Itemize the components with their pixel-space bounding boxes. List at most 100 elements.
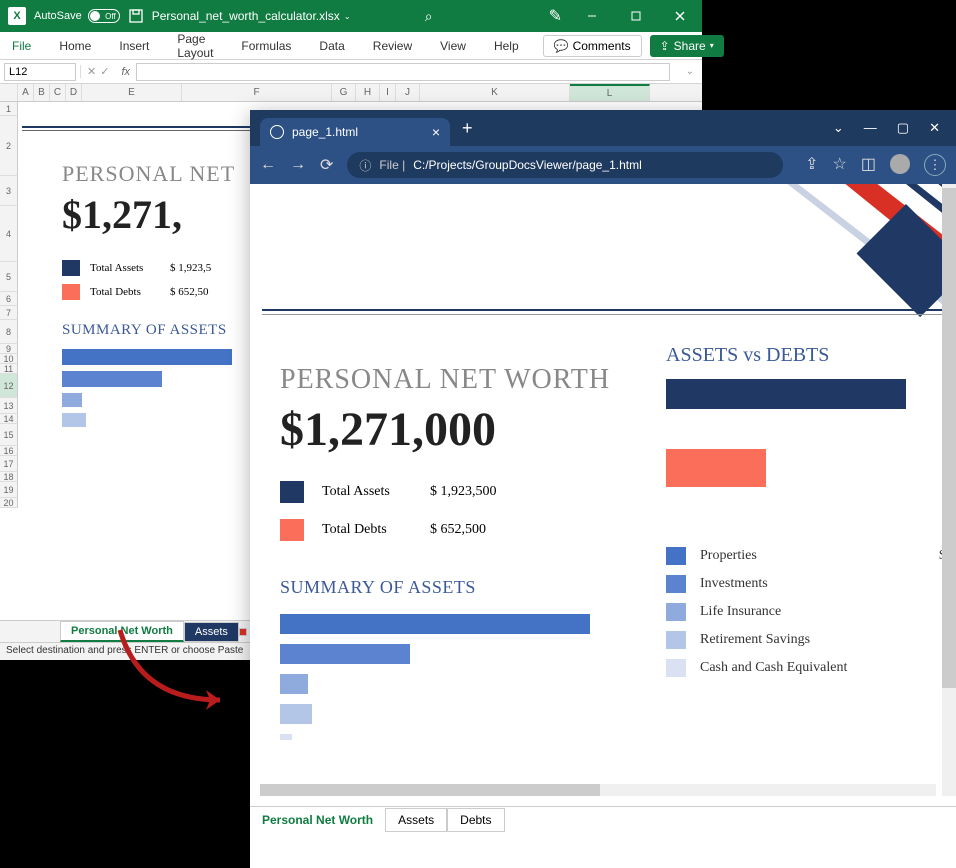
- row-header[interactable]: 6: [0, 292, 18, 306]
- check-icon[interactable]: ✓: [100, 65, 109, 78]
- pencil-icon[interactable]: ✎: [549, 6, 562, 26]
- sheet-tab-debts[interactable]: [239, 628, 247, 636]
- fx-icon[interactable]: fx: [115, 66, 136, 78]
- column-header[interactable]: I: [380, 84, 396, 101]
- close-tab-icon[interactable]: ×: [432, 124, 440, 140]
- minimize-button[interactable]: [578, 2, 606, 30]
- column-header-selected[interactable]: L: [570, 84, 650, 101]
- column-header[interactable]: K: [420, 84, 570, 101]
- row-header[interactable]: 20: [0, 498, 18, 508]
- total-debts-value: $ 652,500: [430, 522, 486, 538]
- column-header[interactable]: A: [18, 84, 34, 101]
- browser-viewport: PERSONAL NET WORTH $1,271,000 Total Asse…: [250, 184, 956, 832]
- column-header[interactable]: C: [50, 84, 66, 101]
- close-button[interactable]: [666, 2, 694, 30]
- browser-tab[interactable]: page_1.html ×: [260, 118, 450, 146]
- row-header[interactable]: 18: [0, 472, 18, 482]
- ribbon-tab-formulas[interactable]: Formulas: [237, 35, 295, 57]
- total-debts-value: $ 652,50: [170, 286, 209, 298]
- summary-assets-title: SUMMARY OF ASSETS: [280, 577, 660, 598]
- legend-swatch-debts: [280, 519, 304, 541]
- row-header[interactable]: 14: [0, 414, 18, 424]
- row-header[interactable]: 17: [0, 456, 18, 472]
- select-all-corner[interactable]: [0, 84, 18, 101]
- ribbon-tab-view[interactable]: View: [436, 35, 470, 57]
- column-header[interactable]: E: [82, 84, 182, 101]
- cell-reference-input[interactable]: [4, 63, 76, 81]
- asset-bar: [62, 413, 86, 427]
- document-title[interactable]: Personal_net_worth_calculator.xlsx ⌄: [152, 9, 351, 23]
- row-header[interactable]: 4: [0, 206, 18, 262]
- close-button[interactable]: ✕: [929, 120, 940, 136]
- row-header[interactable]: 16: [0, 446, 18, 456]
- maximize-button[interactable]: [622, 2, 650, 30]
- reading-list-icon[interactable]: ◫: [861, 154, 876, 176]
- column-header[interactable]: B: [34, 84, 50, 101]
- row-header[interactable]: 15: [0, 424, 18, 446]
- bookmark-icon[interactable]: ☆: [833, 154, 847, 176]
- asset-legend: Properties$ Investments Life Insurance R…: [666, 547, 946, 677]
- horizontal-scrollbar[interactable]: [260, 784, 936, 796]
- ribbon-tab-file[interactable]: File: [8, 35, 35, 57]
- autosave-toggle[interactable]: Off: [88, 9, 120, 23]
- ribbon-tab-pagelayout[interactable]: Page Layout: [173, 28, 217, 64]
- row-header[interactable]: 2: [0, 116, 18, 176]
- ribbon-tab-data[interactable]: Data: [315, 35, 348, 57]
- asset-bar: [62, 371, 162, 387]
- row-header[interactable]: 8: [0, 320, 18, 344]
- sheet-tab-assets[interactable]: Assets: [184, 622, 239, 642]
- total-assets-value: $ 1,923,5: [170, 262, 211, 274]
- row-header[interactable]: 19: [0, 482, 18, 498]
- column-header[interactable]: G: [332, 84, 356, 101]
- ribbon-tab-help[interactable]: Help: [490, 35, 523, 57]
- reload-button[interactable]: ⟳: [320, 155, 333, 175]
- html-tab-networth[interactable]: Personal Net Worth: [250, 809, 385, 831]
- row-header[interactable]: 9: [0, 344, 18, 354]
- url-text: C:/Projects/GroupDocsViewer/page_1.html: [413, 158, 642, 172]
- new-tab-button[interactable]: +: [462, 118, 473, 139]
- expand-icon[interactable]: ⌄: [678, 66, 702, 77]
- row-headers: 1 2 3 4 5 6 7 8 9 10 11 12 13 14 15 16 1…: [0, 102, 18, 508]
- row-header-selected[interactable]: 12: [0, 374, 18, 398]
- forward-button[interactable]: →: [290, 156, 306, 174]
- column-header[interactable]: F: [182, 84, 332, 101]
- url-field[interactable]: ⓘ File | C:/Projects/GroupDocsViewer/pag…: [347, 152, 783, 178]
- ribbon-tab-home[interactable]: Home: [55, 35, 95, 57]
- ribbon-tab-insert[interactable]: Insert: [115, 35, 153, 57]
- row-header[interactable]: 7: [0, 306, 18, 320]
- legend-swatch: [666, 603, 686, 621]
- row-header[interactable]: 10: [0, 354, 18, 364]
- search-icon[interactable]: ⌕: [425, 8, 433, 25]
- maximize-button[interactable]: ▢: [897, 120, 909, 136]
- minimize-button[interactable]: ―: [864, 120, 877, 136]
- html-tab-assets[interactable]: Assets: [385, 808, 447, 832]
- legend-label: Investments: [700, 576, 768, 592]
- save-icon[interactable]: [128, 8, 144, 24]
- browser-tabbar: page_1.html × + ⌄ ― ▢ ✕: [250, 110, 956, 146]
- row-header[interactable]: 3: [0, 176, 18, 206]
- row-header[interactable]: 13: [0, 398, 18, 414]
- browser-window: page_1.html × + ⌄ ― ▢ ✕ ← → ⟳ ⓘ File | C…: [250, 110, 956, 868]
- back-button[interactable]: ←: [260, 156, 276, 174]
- column-header[interactable]: J: [396, 84, 420, 101]
- share-button[interactable]: ⇪Share▾: [650, 35, 724, 57]
- column-header[interactable]: H: [356, 84, 380, 101]
- menu-button[interactable]: ⋮: [924, 154, 946, 176]
- share-page-icon[interactable]: ⇪: [805, 154, 818, 176]
- ribbon-tabs: File Home Insert Page Layout Formulas Da…: [0, 32, 702, 60]
- formula-input[interactable]: [136, 63, 670, 81]
- autosave-control[interactable]: AutoSave Off: [34, 9, 120, 23]
- ribbon-tab-review[interactable]: Review: [369, 35, 416, 57]
- column-header[interactable]: D: [66, 84, 82, 101]
- row-header[interactable]: 11: [0, 364, 18, 374]
- chevron-down-icon[interactable]: ⌄: [833, 120, 844, 136]
- row-header[interactable]: 1: [0, 102, 18, 116]
- comments-button[interactable]: 💬Comments: [543, 35, 642, 57]
- profile-icon[interactable]: [890, 154, 910, 174]
- row-header[interactable]: 5: [0, 262, 18, 292]
- cancel-icon[interactable]: ✕: [87, 65, 96, 78]
- html-tab-debts[interactable]: Debts: [447, 808, 504, 832]
- sheet-tab-networth[interactable]: Personal Net Worth: [60, 621, 184, 642]
- address-bar: ← → ⟳ ⓘ File | C:/Projects/GroupDocsView…: [250, 146, 956, 184]
- vertical-scrollbar[interactable]: [942, 184, 956, 796]
